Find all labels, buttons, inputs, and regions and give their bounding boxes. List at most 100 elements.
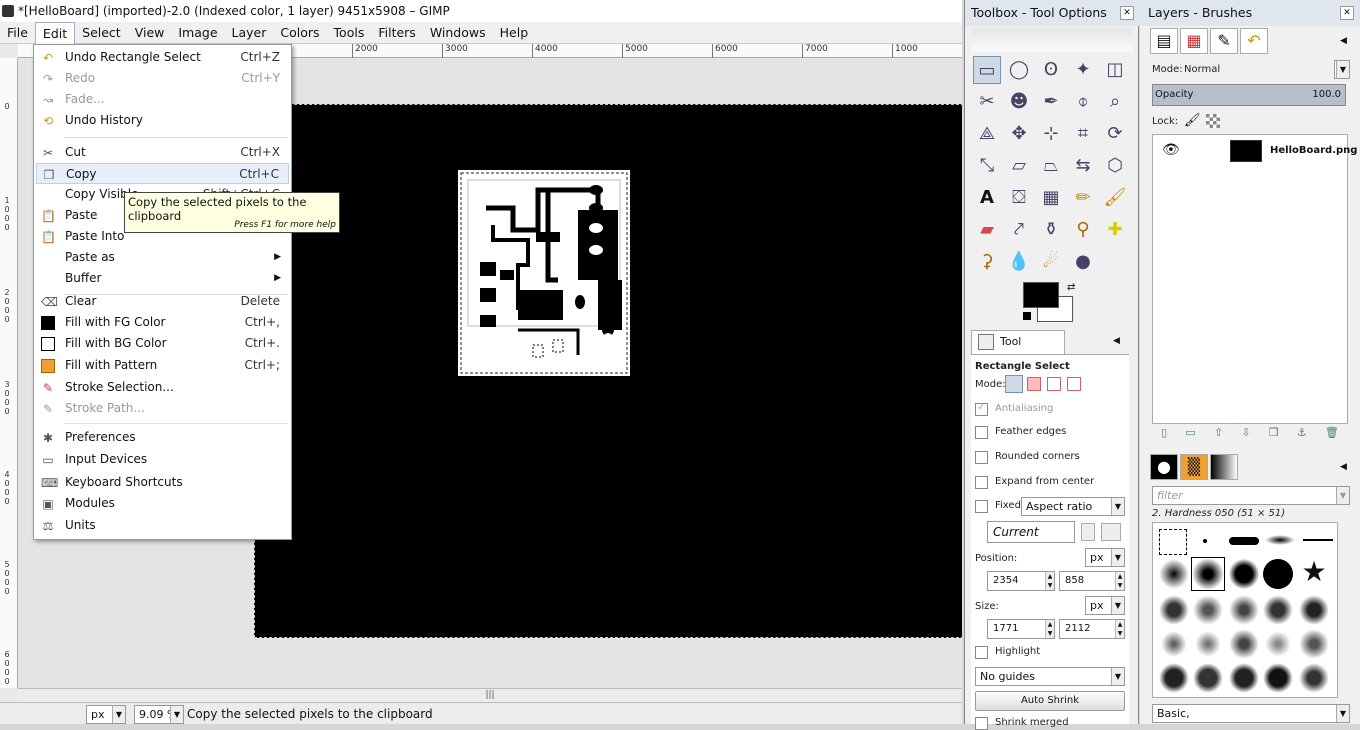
brush-item[interactable] (1263, 595, 1293, 625)
auto-shrink-button[interactable]: Auto Shrink (975, 691, 1125, 711)
menu-file[interactable]: File (0, 22, 35, 44)
menu-item-input-devices[interactable]: ▭ Input Devices (36, 449, 289, 470)
zoom-tool-icon[interactable]: ⌕ (1101, 88, 1129, 116)
zoom-selector[interactable]: 9.09 % ▼ (134, 705, 184, 724)
menu-select[interactable]: Select (75, 22, 128, 44)
menu-item-fade[interactable]: ↝ Fade... (36, 89, 289, 110)
brush-item[interactable] (1263, 559, 1293, 589)
clone-tool-icon[interactable]: ⚲ (1069, 216, 1097, 244)
brush-item[interactable] (1303, 539, 1333, 541)
heal-tool-icon[interactable]: ✚ (1101, 216, 1129, 244)
brush-item[interactable] (1193, 595, 1223, 625)
brush-item[interactable] (1159, 629, 1189, 659)
position-unit-select[interactable]: px ▼ (1085, 548, 1125, 567)
menu-item-stroke-selection[interactable]: ✎ Stroke Selection... (36, 377, 289, 398)
menu-item-stroke-path[interactable]: ✎ Stroke Path... (36, 398, 289, 419)
antialiasing-checkbox[interactable] (975, 402, 988, 416)
menu-item-fill-bg[interactable]: Fill with BG Color Ctrl+. (36, 333, 289, 354)
position-x-input[interactable]: 2354 ▲ ▼ (987, 571, 1055, 591)
size-width-input[interactable]: 1771 ▲ ▼ (987, 619, 1055, 639)
tab-brushes[interactable]: ● (1150, 454, 1178, 480)
menu-tools[interactable]: Tools (327, 22, 372, 44)
menu-windows[interactable]: Windows (423, 22, 493, 44)
anchor-layer-icon[interactable]: ⚓ (1297, 426, 1307, 442)
new-layer-icon[interactable]: ▯ (1161, 426, 1167, 442)
paintbrush-tool-icon[interactable]: 🖌 (1101, 184, 1129, 212)
brush-item[interactable] (1159, 529, 1187, 555)
smudge-tool-icon[interactable]: ☄ (1037, 248, 1065, 276)
lower-layer-icon[interactable]: ⇩ (1241, 426, 1250, 442)
lasso-tool-icon[interactable]: ʘ (1037, 56, 1065, 84)
rect-select-tool-icon[interactable]: ▭ (973, 56, 1001, 84)
blur-tool-icon[interactable]: 💧 (1005, 248, 1033, 276)
pcb-selection-region[interactable] (458, 170, 630, 376)
vertical-ruler[interactable]: 0 1 0 0 0 2 0 0 0 3 0 0 0 4 0 0 0 5 0 0 … (0, 58, 18, 688)
tab-paths[interactable]: ✎ (1210, 28, 1238, 54)
brush-item[interactable] (1229, 629, 1259, 659)
wilber-drop-area[interactable] (971, 28, 1133, 52)
horizontal-scrollbar[interactable]: ||| (18, 688, 962, 702)
brush-filter-input[interactable]: filter ▼ (1152, 486, 1350, 505)
brush-item[interactable] (1299, 663, 1329, 693)
blend-tool-icon[interactable]: ▦ (1037, 184, 1065, 212)
mode-subtract-button[interactable] (1047, 377, 1061, 391)
menu-layer[interactable]: Layer (225, 22, 274, 44)
menu-item-fill-fg[interactable]: Fill with FG Color Ctrl+, (36, 312, 289, 333)
duplicate-layer-icon[interactable]: ❐ (1269, 426, 1279, 442)
tab-channels[interactable]: ▦ (1180, 28, 1208, 54)
menu-filters[interactable]: Filters (371, 22, 422, 44)
position-y-input[interactable]: 858 ▲ ▼ (1059, 571, 1125, 591)
unit-selector[interactable]: px ▼ (86, 705, 126, 724)
fuzzy-select-tool-icon[interactable]: ✦ (1069, 56, 1097, 84)
expand-from-center-checkbox[interactable] (975, 476, 988, 489)
move-tool-icon[interactable]: ✥ (1005, 120, 1033, 148)
menu-item-redo[interactable]: ↷ Redo Ctrl+Y (36, 68, 289, 89)
menu-item-keyboard-shortcuts[interactable]: ⌨ Keyboard Shortcuts (36, 472, 289, 493)
menu-item-clear[interactable]: ⌫ Clear Delete (36, 291, 289, 312)
flip-tool-icon[interactable]: ⇆ (1069, 152, 1097, 180)
shear-tool-icon[interactable]: ▱ (1005, 152, 1033, 180)
menu-item-undo[interactable]: ↶ Undo Rectangle Select Ctrl+Z (36, 47, 289, 68)
lock-alpha-icon[interactable] (1206, 114, 1220, 128)
menu-item-modules[interactable]: ▣ Modules (36, 493, 289, 514)
brush-item[interactable] (1263, 663, 1293, 693)
ellipse-select-tool-icon[interactable]: ◯ (1005, 56, 1033, 84)
tab-gradients[interactable] (1210, 454, 1238, 480)
menu-edit[interactable]: Edit (34, 22, 76, 44)
scale-tool-icon[interactable]: ⤡ (973, 152, 1001, 180)
menu-item-preferences[interactable]: ✱ Preferences (36, 427, 289, 448)
eraser-tool-icon[interactable]: ▰ (973, 216, 1001, 244)
brush-item-selected[interactable] (1191, 557, 1225, 591)
brush-item[interactable] (1193, 663, 1223, 693)
layer-mode-select[interactable]: ▼ (1334, 60, 1350, 79)
menu-item-buffer[interactable]: Buffer ▶ (36, 268, 289, 289)
star-brush-icon[interactable]: ★ (1299, 557, 1329, 587)
panel-menu-icon[interactable]: ◀ (1340, 36, 1347, 46)
tab-patterns[interactable]: ▒ (1180, 454, 1208, 480)
menu-item-paste-as[interactable]: Paste as ▶ (36, 247, 289, 268)
menu-image[interactable]: Image (171, 22, 224, 44)
brush-preset-select[interactable]: Basic, ▼ (1152, 704, 1350, 723)
scissors-select-tool-icon[interactable]: ✂ (973, 88, 1001, 116)
fixed-checkbox[interactable] (975, 500, 988, 513)
menu-item-units[interactable]: ⚖ Units (36, 515, 289, 536)
delete-layer-icon[interactable]: 🗑 (1325, 426, 1339, 442)
highlight-checkbox[interactable] (975, 646, 988, 659)
bucket-fill-tool-icon[interactable]: ⛋ (1005, 184, 1033, 212)
mode-intersect-button[interactable] (1067, 377, 1081, 391)
color-picker-tool-icon[interactable]: ⌽ (1069, 88, 1097, 116)
perspective-tool-icon[interactable]: ⏢ (1037, 152, 1065, 180)
menu-item-undo-history[interactable]: ⟲ Undo History (36, 110, 289, 131)
mode-replace-button[interactable] (1005, 375, 1023, 393)
close-icon[interactable]: ✕ (1120, 6, 1134, 20)
dodge-burn-tool-icon[interactable]: ● (1069, 248, 1097, 276)
brush-grid[interactable]: ★ (1152, 522, 1338, 698)
guides-select[interactable]: No guides ▼ (975, 667, 1125, 686)
panel-menu-icon[interactable]: ◀ (1113, 336, 1120, 346)
panel-menu-icon[interactable]: ◀ (1340, 462, 1347, 472)
brush-item[interactable] (1299, 595, 1329, 625)
tab-layers[interactable]: ▤ (1150, 28, 1178, 54)
chain-icon[interactable] (1081, 523, 1095, 541)
tab-undo[interactable]: ↶ (1240, 28, 1268, 54)
menu-colors[interactable]: Colors (273, 22, 326, 44)
